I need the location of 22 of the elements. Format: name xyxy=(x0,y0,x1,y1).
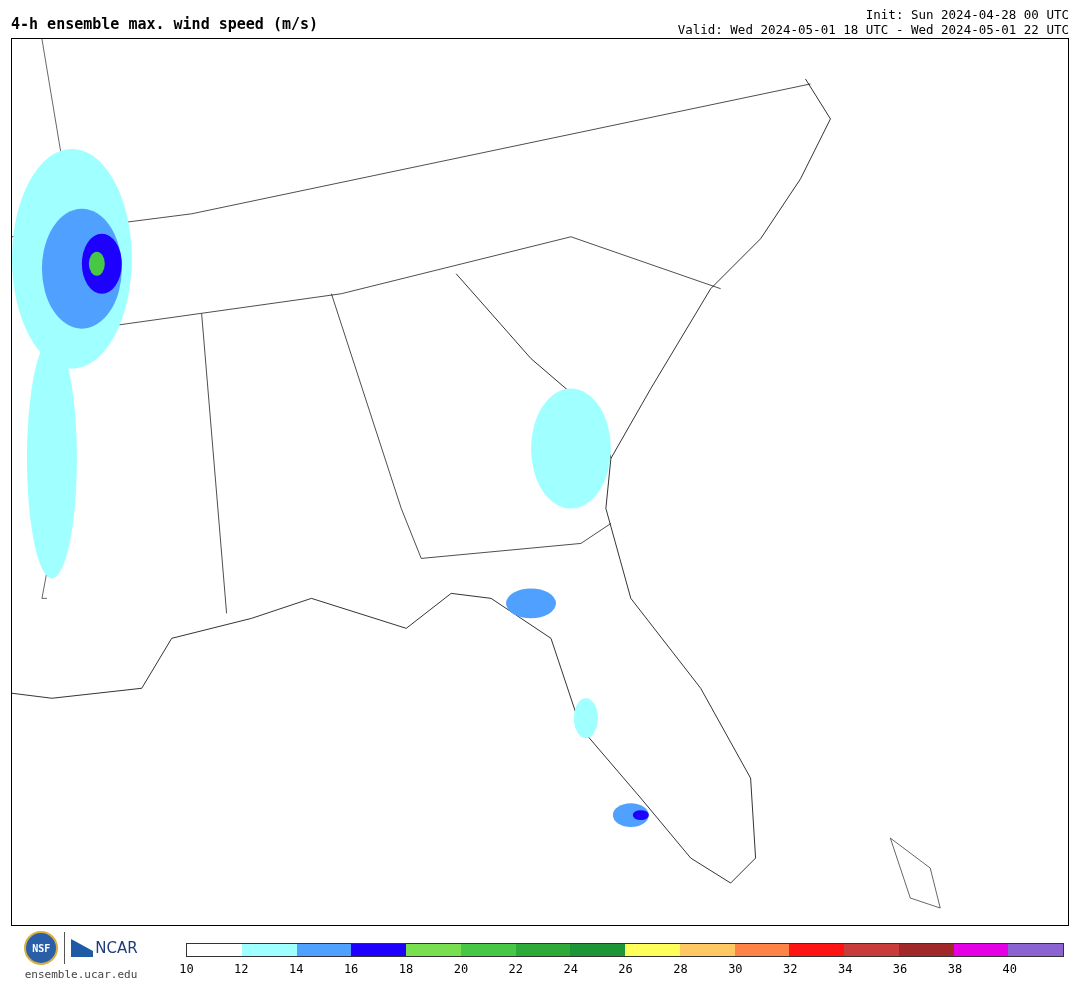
ncar-logo: NCAR xyxy=(71,936,138,960)
scale-label: 34 xyxy=(836,961,854,978)
scale-label: 12 xyxy=(233,961,250,978)
scale-label: 40 xyxy=(1001,961,1019,978)
scale-label: 10 xyxy=(178,961,195,978)
scale-label: 38 xyxy=(946,961,964,978)
scale-label: 14 xyxy=(288,961,305,978)
scale-label: 32 xyxy=(782,961,799,978)
scale-label: 18 xyxy=(397,961,415,978)
website-link[interactable]: ensemble.ucar.edu xyxy=(24,967,138,984)
scale-label: 24 xyxy=(562,961,579,978)
scale-label: 36 xyxy=(891,961,909,978)
scale-label: 22 xyxy=(507,961,524,978)
valid-time: Valid: Wed 2024-05-01 18 UTC - Wed 2024-05-01 22 UTC xyxy=(677,22,1069,37)
scale-label: 16 xyxy=(342,961,360,978)
scale-label: 20 xyxy=(452,961,470,978)
scale-label: 28 xyxy=(672,961,689,978)
scale-label: 30 xyxy=(727,961,744,978)
chart-title: 4-h ensemble max. wind speed (m/s) xyxy=(11,17,319,32)
nsf-logo: NSF xyxy=(24,931,59,965)
scale-label: 26 xyxy=(617,961,634,978)
init-time: Init: Sun 2024-04-28 00 UTC xyxy=(865,7,1069,22)
